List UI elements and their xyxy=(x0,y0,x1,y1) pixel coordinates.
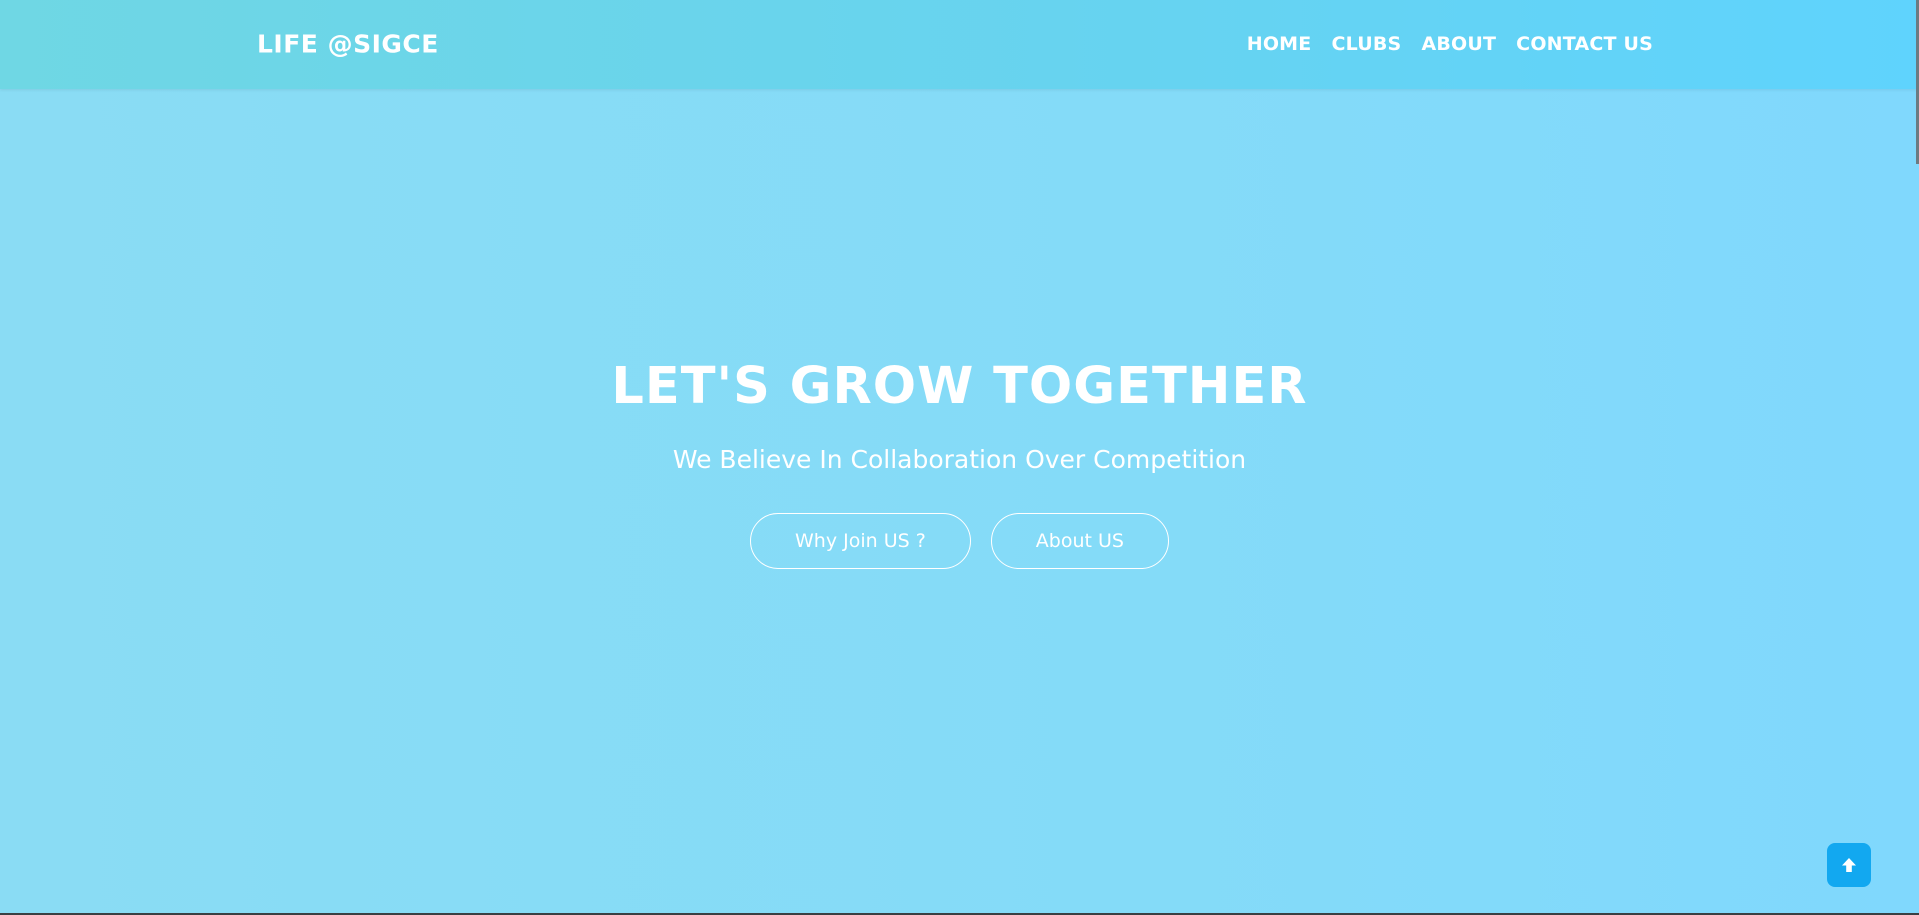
nav-links: HOME CLUBS ABOUT CONTACT US xyxy=(1247,33,1653,55)
hero-subtitle: We Believe In Collaboration Over Competi… xyxy=(672,445,1247,474)
hero-buttons: Why Join US ? About US xyxy=(0,513,1919,569)
arrow-up-icon xyxy=(1840,856,1858,874)
hero-section: LET'S GROW TOGETHER We Believe In Collab… xyxy=(0,89,1919,912)
hero-title: LET'S GROW TOGETHER xyxy=(611,357,1308,416)
nav-link-contact-us[interactable]: CONTACT US xyxy=(1516,33,1653,55)
page-scrollbar[interactable] xyxy=(1915,0,1919,915)
brand-logo[interactable]: LIFE @SIGCE xyxy=(257,30,439,59)
about-us-button[interactable]: About US xyxy=(990,513,1169,569)
navbar: LIFE @SIGCE HOME CLUBS ABOUT CONTACT US xyxy=(0,0,1919,89)
nav-link-about[interactable]: ABOUT xyxy=(1421,33,1496,55)
nav-link-home[interactable]: HOME xyxy=(1247,33,1312,55)
nav-link-clubs[interactable]: CLUBS xyxy=(1331,33,1401,55)
back-to-top-button[interactable] xyxy=(1827,843,1871,887)
why-join-us-button[interactable]: Why Join US ? xyxy=(750,513,971,569)
